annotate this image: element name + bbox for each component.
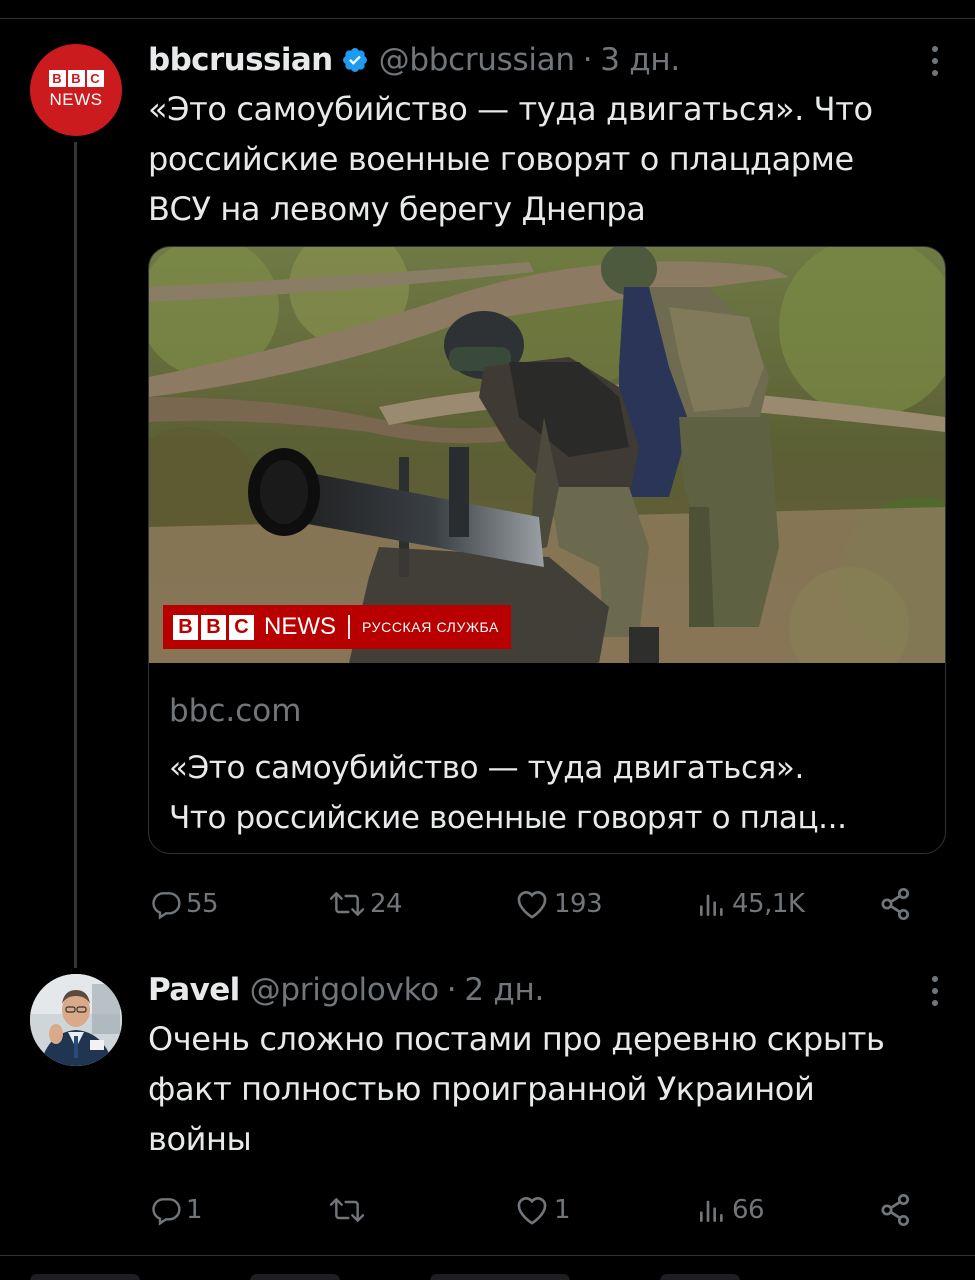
like-button[interactable]: 193 [514,884,603,924]
avatar[interactable]: B B C NEWS [30,44,122,136]
tweet-text: «Это самоубийство — туда двигаться». Что… [148,84,945,234]
verified-badge-icon [341,46,369,74]
tweet-header: bbcrussian @bbcrussian · 3 дн. [148,40,945,80]
bbc-logo-blocks: B B C [173,614,254,640]
card-image[interactable]: B B C NEWS РУССКАЯ СЛУЖБА [149,247,945,663]
repost-icon [329,892,365,916]
reply-button[interactable]: 55 [150,884,219,924]
repost-icon [329,1198,365,1222]
bbc-logo-news: NEWS [49,90,103,109]
card-title: «Это самоубийство — туда двигаться». Что… [169,743,925,843]
bbc-block: B [48,70,66,87]
author-handle[interactable]: @prigolovko [250,972,439,1008]
card-title-line: «Это самоубийство — туда двигаться». [169,750,804,786]
like-count: 193 [554,889,603,919]
bbc-block: B [67,70,85,87]
author-name[interactable]: Pavel [148,972,240,1008]
views-count: 66 [732,1195,765,1225]
share-icon [881,1193,910,1227]
like-count: 1 [554,1195,571,1225]
meta-separator: · [582,42,593,78]
author-name[interactable]: bbcrussian [148,42,333,78]
share-button[interactable] [878,884,914,924]
like-button[interactable]: 1 [514,1190,571,1230]
repost-button[interactable]: 24 [328,884,403,924]
repost-count: 24 [370,889,403,919]
tweet-text-line: «Это самоубийство — туда двигаться». Что [148,90,873,128]
tweet-text-line: войны [148,1120,252,1158]
views-chart-icon [700,1200,723,1222]
link-card[interactable]: B B C NEWS РУССКАЯ СЛУЖБА bbc.com «Это с… [148,246,946,854]
top-divider [0,18,975,19]
views-button[interactable]: 66 [696,1190,765,1230]
meta-separator: · [446,972,457,1008]
reply-button[interactable]: 1 [150,1190,203,1230]
banner-news: NEWS [264,613,336,640]
heart-icon [517,1197,547,1225]
bbc-logo-blocks: B B C [48,70,104,87]
card-domain: bbc.com [169,693,302,729]
tweet-actions: 1 1 66 [148,1190,928,1230]
bbc-block: C [229,614,254,640]
thread-connector-line [74,142,77,968]
author-handle[interactable]: @bbcrussian [379,42,575,78]
bbc-block: C [86,70,104,87]
reply-icon [152,1198,181,1226]
tweet-text-line: факт полностью проигранной Украиной [148,1070,815,1108]
reply-icon [152,892,181,920]
views-chart-icon [700,894,723,916]
tweet-text-line: российские военные говорят о плацдарме [148,140,854,178]
share-icon [881,887,910,921]
tweet-text: Очень сложно постами про деревню скрыть … [148,1014,945,1164]
banner-divider [348,615,350,639]
views-button[interactable]: 45,1K [696,884,805,924]
banner-service: РУССКАЯ СЛУЖБА [362,619,499,635]
reply-count: 1 [186,1195,203,1225]
tweet-header: Pavel @prigolovko · 2 дн. [148,970,945,1010]
bbc-russian-banner: B B C NEWS РУССКАЯ СЛУЖБА [163,605,511,649]
more-options-icon[interactable] [925,976,945,1006]
post-time[interactable]: 2 дн. [464,972,544,1008]
avatar[interactable] [30,974,122,1066]
post-time[interactable]: 3 дн. [600,42,680,78]
next-tweet-peek [0,1268,975,1280]
bbc-block: B [201,614,226,640]
tweet-text-line: ВСУ на левому берегу Днепра [148,190,646,228]
tweet-actions: 55 24 193 45,1K [148,884,928,924]
more-options-icon[interactable] [925,46,945,76]
views-count: 45,1K [732,889,805,919]
heart-icon [517,891,547,919]
card-title-line: Что российские военные говорят о плац... [169,800,847,836]
reply-count: 55 [186,889,219,919]
repost-button[interactable] [328,1190,370,1230]
share-button[interactable] [878,1190,914,1230]
bottom-divider [0,1255,975,1256]
bbc-block: B [173,614,198,640]
tweet-text-line: Очень сложно постами про деревню скрыть [148,1020,885,1058]
